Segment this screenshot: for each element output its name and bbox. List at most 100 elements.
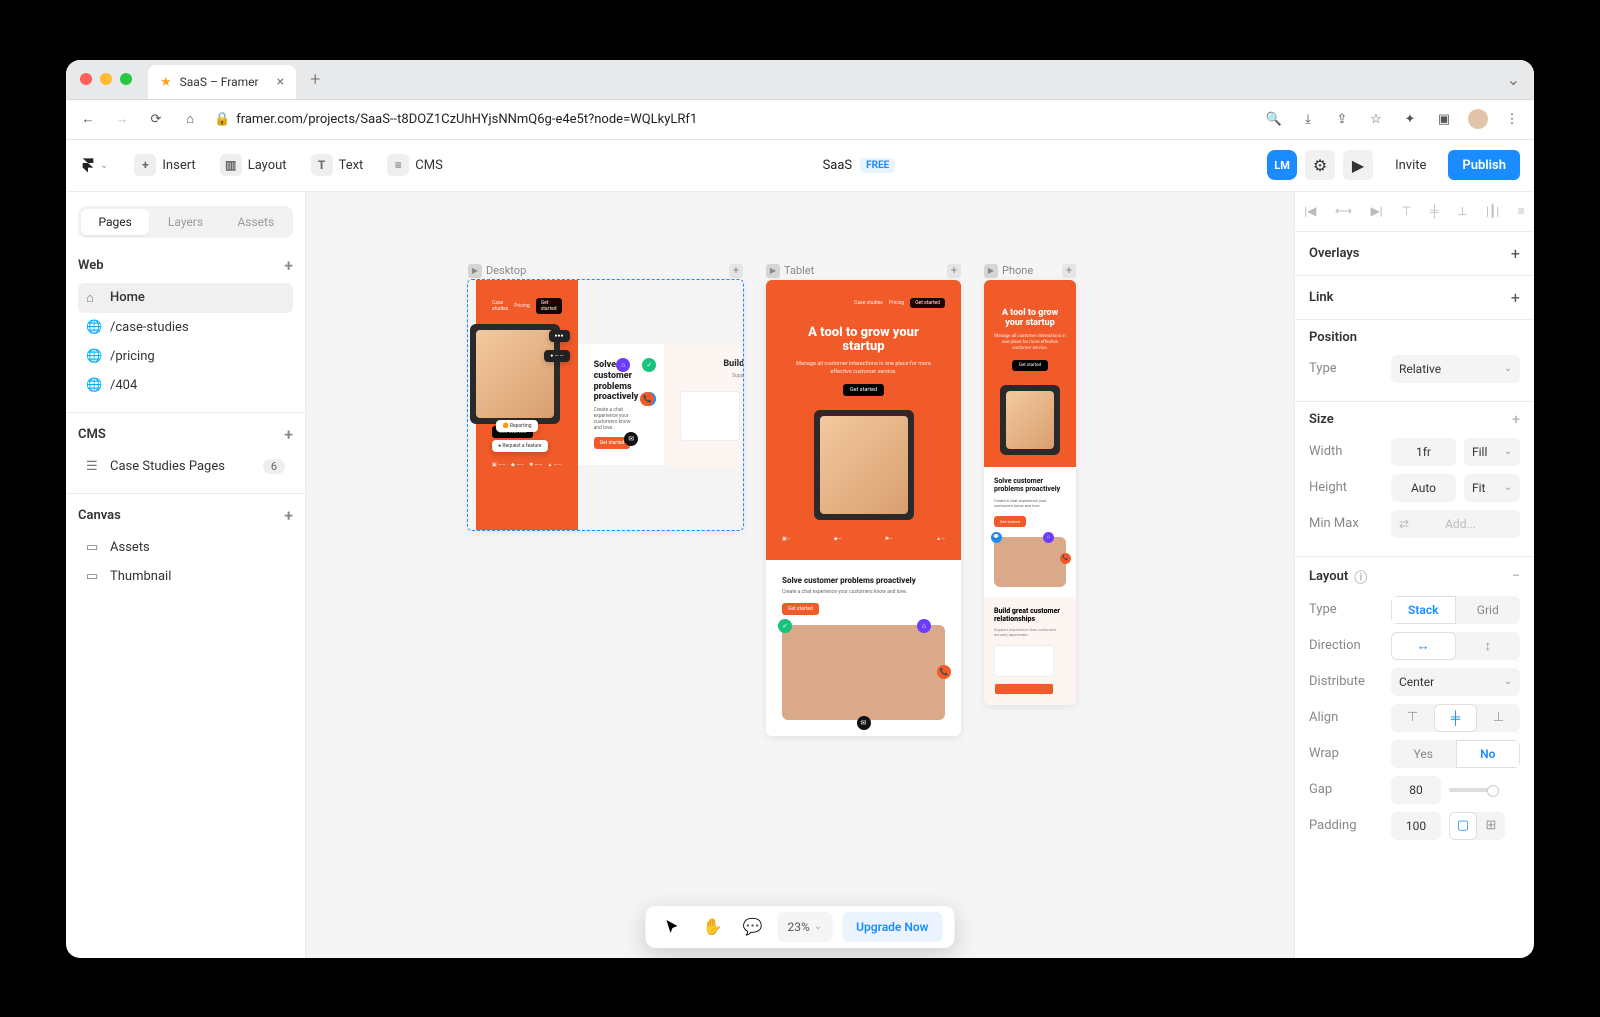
align-center-h-icon[interactable]: ⟷: [1335, 204, 1352, 218]
page-row-home[interactable]: ⌂Home: [78, 283, 293, 313]
layout-grid-option[interactable]: Grid: [1456, 596, 1521, 624]
nav-link: Case studies: [854, 300, 883, 306]
home-button[interactable]: ⌂: [180, 111, 200, 127]
zoom-control[interactable]: 23%⌄: [777, 912, 832, 942]
add-breakpoint-button[interactable]: +: [947, 264, 961, 278]
url-field[interactable]: 🔒 framer.com/projects/SaaS--t8DOZ1CzUhHY…: [214, 112, 697, 127]
hero-image: [814, 410, 914, 520]
tab-layers[interactable]: Layers: [151, 209, 219, 235]
forward-button[interactable]: →: [112, 111, 132, 127]
distribute-v-icon[interactable]: ≡: [1518, 204, 1525, 218]
frame-phone[interactable]: ▶Phone+ A tool to grow your startup Mana…: [984, 262, 1076, 705]
gap-input[interactable]: 80: [1391, 776, 1441, 804]
add-canvas-button[interactable]: +: [284, 506, 293, 525]
distribute-h-icon[interactable]: |┃|: [1486, 204, 1499, 218]
cms-button[interactable]: ≡CMS: [379, 151, 451, 179]
tab-pages[interactable]: Pages: [81, 209, 149, 235]
wrap-no-option[interactable]: No: [1456, 740, 1521, 768]
close-tab-button[interactable]: ×: [277, 74, 284, 90]
add-overlay-button[interactable]: +: [1511, 244, 1520, 263]
share-icon[interactable]: ⇪: [1332, 112, 1352, 127]
overlays-row[interactable]: Overlays+: [1295, 232, 1534, 276]
layout-button[interactable]: ▥Layout: [212, 151, 295, 179]
search-icon[interactable]: 🔍: [1264, 112, 1284, 127]
height-input[interactable]: Auto: [1391, 474, 1456, 502]
height-mode-select[interactable]: Fit⌄: [1464, 474, 1520, 502]
padding-input[interactable]: 100: [1391, 812, 1441, 840]
add-breakpoint-button[interactable]: +: [1062, 264, 1076, 278]
padding-uniform-option[interactable]: ▢: [1449, 812, 1477, 840]
publish-button[interactable]: Publish: [1448, 150, 1520, 180]
add-size-button[interactable]: +: [1512, 412, 1520, 428]
direction-vertical-option[interactable]: ↕: [1456, 632, 1521, 660]
cms-row-case-studies[interactable]: ☰Case Studies Pages6: [78, 452, 293, 481]
wrap-yes-option[interactable]: Yes: [1391, 740, 1456, 768]
add-link-button[interactable]: +: [1511, 288, 1520, 307]
cms-count-badge: 6: [263, 459, 285, 474]
minimize-window-button[interactable]: [100, 73, 112, 85]
frame-body[interactable]: Case studiesPricingGet started A tool to…: [468, 280, 743, 530]
text-button[interactable]: TText: [303, 151, 372, 179]
align-bottom-icon[interactable]: ⊥: [1457, 204, 1467, 218]
page-row-case-studies[interactable]: 🌐/case-studies: [78, 313, 293, 342]
width-input[interactable]: 1fr: [1391, 438, 1456, 466]
framer-menu[interactable]: ⌄: [80, 157, 108, 173]
canvas-area[interactable]: ▶Desktop+ Case studiesPricingGet started…: [306, 192, 1294, 958]
add-page-button[interactable]: +: [284, 256, 293, 275]
position-type-select[interactable]: Relative⌄: [1391, 355, 1520, 383]
padding-separate-option[interactable]: ⊞: [1477, 812, 1505, 840]
align-middle-icon[interactable]: ╪: [1430, 204, 1439, 218]
tab-assets[interactable]: Assets: [222, 209, 290, 235]
frame-desktop[interactable]: ▶Desktop+ Case studiesPricingGet started…: [468, 262, 743, 530]
canvas-row-assets[interactable]: ▭Assets: [78, 533, 293, 562]
align-top-icon[interactable]: ⊤: [1401, 204, 1411, 218]
hand-tool[interactable]: ✋: [697, 912, 727, 942]
collapse-layout-button[interactable]: −: [1512, 568, 1520, 584]
bookmark-icon[interactable]: ☆: [1366, 112, 1386, 127]
new-tab-button[interactable]: +: [310, 69, 320, 90]
user-avatar[interactable]: LM: [1267, 150, 1297, 180]
align-left-icon[interactable]: |◀: [1304, 204, 1316, 218]
gap-slider[interactable]: [1449, 788, 1499, 792]
add-breakpoint-button[interactable]: +: [729, 264, 743, 278]
settings-button[interactable]: ⚙: [1305, 150, 1335, 180]
play-icon[interactable]: ▶: [984, 264, 998, 278]
maximize-window-button[interactable]: [120, 73, 132, 85]
page-row-404[interactable]: 🌐/404: [78, 371, 293, 400]
canvas-row-thumbnail[interactable]: ▭Thumbnail: [78, 562, 293, 591]
tab-dropdown-icon[interactable]: ⌄: [1507, 70, 1520, 89]
page-row-pricing[interactable]: 🌐/pricing: [78, 342, 293, 371]
menu-icon[interactable]: ⋮: [1502, 112, 1522, 127]
reload-button[interactable]: ⟳: [146, 112, 166, 127]
frame-body[interactable]: Case studiesPricingGet started A tool to…: [766, 280, 961, 737]
frame-tablet[interactable]: ▶Tablet+ Case studiesPricingGet started …: [766, 262, 961, 737]
profile-avatar[interactable]: [1468, 109, 1488, 129]
add-cms-button[interactable]: +: [284, 425, 293, 444]
distribute-select[interactable]: Center⌄: [1391, 668, 1520, 696]
upgrade-button[interactable]: Upgrade Now: [842, 912, 942, 942]
sidepanel-icon[interactable]: ▣: [1434, 112, 1454, 127]
minmax-input[interactable]: ⇄Add...: [1391, 510, 1520, 538]
direction-horizontal-option[interactable]: ↔: [1391, 632, 1456, 660]
insert-button[interactable]: +Insert: [126, 151, 203, 179]
align-bottom-option[interactable]: ⊥: [1477, 704, 1520, 732]
browser-tab[interactable]: ★ SaaS – Framer ×: [148, 65, 296, 99]
select-tool[interactable]: [657, 912, 687, 942]
frame-body[interactable]: A tool to grow your startup Manage all c…: [984, 280, 1076, 705]
layout-stack-option[interactable]: Stack: [1391, 596, 1456, 624]
play-icon[interactable]: ▶: [766, 264, 780, 278]
preview-button[interactable]: ▶: [1343, 150, 1373, 180]
back-button[interactable]: ←: [78, 111, 98, 127]
close-window-button[interactable]: [80, 73, 92, 85]
invite-button[interactable]: Invite: [1381, 150, 1440, 180]
play-icon[interactable]: ▶: [468, 264, 482, 278]
comment-tool[interactable]: 💬: [737, 912, 767, 942]
section-subtitle: Create a chat experience your customers …: [994, 498, 1066, 508]
align-right-icon[interactable]: ▶|: [1371, 204, 1383, 218]
align-top-option[interactable]: ⊤: [1391, 704, 1434, 732]
install-icon[interactable]: ⤓: [1298, 112, 1318, 127]
extensions-icon[interactable]: ✦: [1400, 112, 1420, 127]
width-mode-select[interactable]: Fill⌄: [1464, 438, 1520, 466]
align-middle-option[interactable]: ╪: [1434, 704, 1477, 732]
link-row[interactable]: Link+: [1295, 276, 1534, 320]
